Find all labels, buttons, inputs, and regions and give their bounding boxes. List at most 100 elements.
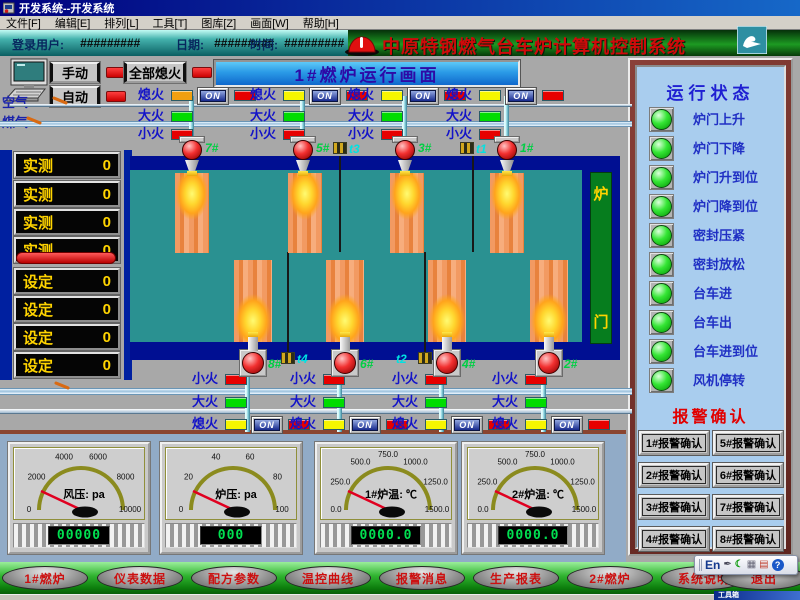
setpoint-display-2[interactable]: 设定0 [14, 324, 120, 350]
gauge-readout-1: 000 [165, 523, 297, 548]
status-label-7: 台车出 [693, 310, 783, 335]
setpoint-display-3-value: 0 [103, 357, 111, 374]
menu-item-5[interactable]: 画面[W] [250, 15, 289, 31]
on-button[interactable]: ON [198, 88, 228, 104]
menu-item-2[interactable]: 排列[L] [104, 15, 138, 31]
status-lamp-bulb-6 [651, 283, 672, 304]
setpoint-display-3[interactable]: 设定0 [14, 352, 120, 378]
thermocouple-icon-top-0 [333, 142, 347, 154]
thermocouple-label-bottom-1: t2 [396, 353, 418, 365]
on-button-label: ON [508, 90, 534, 102]
menu-item-4[interactable]: 图库[Z] [201, 15, 236, 31]
alarm-confirm-button-1[interactable]: 1#报警确认 [639, 431, 709, 455]
on-button[interactable]: ON [452, 417, 482, 433]
off-indicator [381, 90, 403, 101]
toolbox-window-title: 工具箱 [718, 592, 739, 599]
off-row-label: 熄火 [492, 417, 522, 431]
menu-item-6[interactable]: 帮助[H] [303, 15, 339, 31]
off-row-label: 熄火 [250, 88, 280, 102]
alarm-confirm-button-3[interactable]: 3#报警确认 [639, 495, 709, 519]
on-button[interactable]: ON [252, 417, 282, 433]
on-button[interactable]: ON [552, 417, 582, 433]
svg-text:750.0: 750.0 [525, 450, 546, 459]
alarm-confirm-button-2[interactable]: 2#报警确认 [639, 463, 709, 487]
nav-button-1[interactable]: 仪表数据 [97, 566, 183, 590]
ime-icon[interactable]: ☾ [735, 560, 744, 570]
status-panel-inner: 运行状态 报警确认 炉门上升炉门下降炉门升到位炉门降到位密封压紧密封放松台车进台… [635, 65, 786, 549]
nav-button-2[interactable]: 配方参数 [191, 566, 277, 590]
off-row-label: 熄火 [446, 88, 476, 102]
alarm-confirm-button-8[interactable]: 8#报警确认 [713, 527, 783, 551]
status-lamp-bulb-4 [651, 225, 672, 246]
on-button[interactable]: ON [408, 88, 438, 104]
status-panel: 运行状态 报警确认 炉门上升炉门下降炉门升到位炉门降到位密封压紧密封放松台车进台… [628, 58, 793, 556]
setpoint-display-0[interactable]: 设定0 [14, 268, 120, 294]
burner-label-bottom-2: 4# [462, 358, 488, 370]
gauge-dial-2: 0.0250.0500.0750.01000.01250.01500.01#炉温… [321, 448, 453, 519]
burner-label-bottom-3: 2# [564, 358, 590, 370]
alarm-confirm-label-5: 5#报警确认 [716, 434, 780, 452]
alarm-confirm-button-4[interactable]: 4#报警确认 [639, 527, 709, 551]
info-bar: 登录用户: ######### 日期: ######### 时间: ######… [0, 30, 800, 56]
language-bar-grip[interactable] [699, 559, 702, 571]
nav-button-5[interactable]: 生产报表 [473, 566, 559, 590]
svg-text:500.0: 500.0 [350, 457, 371, 466]
burner-nozzle-top-1 [298, 171, 308, 176]
setpoint-display-1[interactable]: 设定0 [14, 296, 120, 322]
status-lamp-4 [649, 223, 674, 248]
menu-item-0[interactable]: 文件[F] [6, 15, 41, 31]
svg-text:500.0: 500.0 [497, 457, 518, 466]
svg-text:6000: 6000 [89, 453, 107, 462]
toolbox-window-fragment[interactable]: 工具箱 [714, 591, 800, 600]
burner-stem-bottom-3 [544, 337, 554, 351]
alarm-confirm-button-7[interactable]: 7#报警确认 [713, 495, 783, 519]
all-extinguish-button[interactable]: 全部熄火 [124, 62, 186, 83]
big-row-label: 大火 [446, 109, 476, 123]
on-button-label: ON [352, 419, 378, 431]
status-lamp-8 [649, 339, 674, 364]
menu-item-3[interactable]: 工具[T] [153, 15, 188, 31]
on-button[interactable]: ON [350, 417, 380, 433]
gauge-dial-0: 0200040006000800010000风压: pa [14, 448, 146, 519]
burner-ball-bottom-2 [436, 352, 458, 374]
svg-text:40: 40 [212, 453, 221, 462]
pen-icon[interactable]: ✒ [723, 560, 731, 570]
status-label-6: 台车进 [693, 281, 783, 306]
nav-button-6[interactable]: 2#燃炉 [567, 566, 653, 590]
language-indicator[interactable]: En [705, 558, 720, 572]
thermocouple-rod-bottom-0 [287, 252, 289, 356]
burner-ball-top-2 [395, 140, 415, 160]
nav-button-4[interactable]: 报警消息 [379, 566, 465, 590]
alarm-confirm-label-6: 6#报警确认 [716, 466, 780, 484]
off-indicator [225, 419, 247, 430]
auto-led [106, 91, 126, 102]
nav-button-3[interactable]: 温控曲线 [285, 566, 371, 590]
measured-display-1-value: 0 [103, 186, 111, 203]
help-icon[interactable]: ? [772, 559, 784, 571]
thermocouple-rod-bottom-1 [424, 252, 426, 356]
big-indicator [323, 397, 345, 408]
menu-bar: 文件[F] 编辑[E] 排列[L] 工具[T] 图库[Z] 画面[W] 帮助[H] [0, 16, 800, 30]
alarm-confirm-button-5[interactable]: 5#报警确认 [713, 431, 783, 455]
status-lamp-5 [649, 252, 674, 277]
menu-item-1[interactable]: 编辑[E] [55, 15, 90, 31]
on-button[interactable]: ON [310, 88, 340, 104]
gauge-label-2: 1#炉温: ℃ [365, 487, 417, 501]
manual-button[interactable]: 手动 [50, 62, 100, 83]
panel-icon[interactable]: ▤ [759, 560, 768, 570]
status-lamp-bulb-5 [651, 254, 672, 275]
keyboard-icon[interactable]: ▦ [747, 560, 756, 570]
all-extinguish-label: 全部熄火 [129, 63, 181, 82]
on-button[interactable]: ON [506, 88, 536, 104]
nav-button-0[interactable]: 1#燃炉 [2, 566, 88, 590]
gauge-face-0: 0200040006000800010000风压: pa [13, 447, 145, 520]
thermocouple-rod-top-1 [472, 156, 474, 252]
setpoint-display-2-label: 设定 [23, 327, 53, 348]
alarm-confirm-button-6[interactable]: 6#报警确认 [713, 463, 783, 487]
big-row-label: 大火 [348, 109, 378, 123]
on-button-label: ON [200, 90, 226, 102]
svg-text:60: 60 [246, 453, 255, 462]
svg-text:0: 0 [27, 505, 32, 514]
language-bar[interactable]: En ✒ ☾ ▦ ▤ ? [694, 555, 798, 575]
flame-top-3 [490, 173, 524, 253]
